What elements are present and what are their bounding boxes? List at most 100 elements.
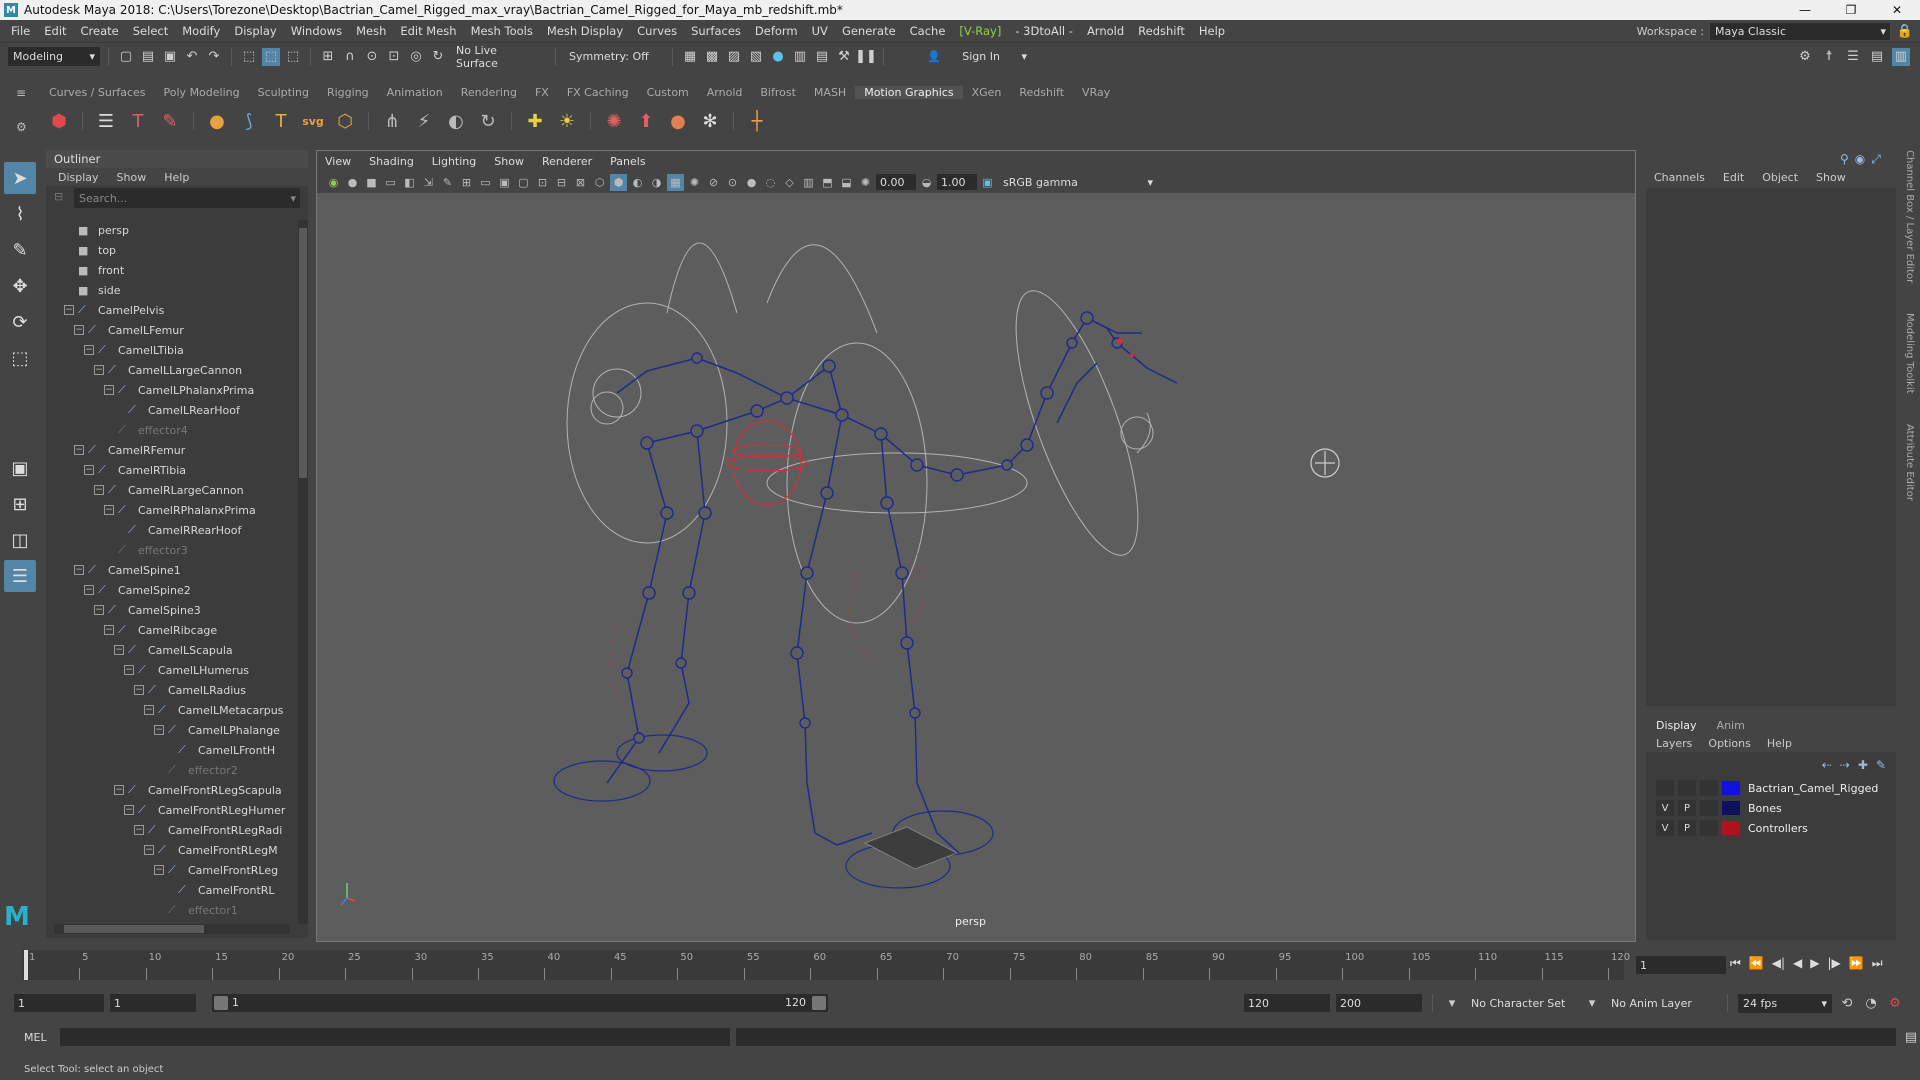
current-time-indicator[interactable] bbox=[24, 950, 28, 980]
expand-toggle-icon[interactable]: − bbox=[144, 845, 154, 855]
outliner-row[interactable]: ⟋ CamelLRearHoof bbox=[46, 400, 294, 420]
smooth-shade-icon[interactable]: ⬢ bbox=[610, 173, 627, 191]
expand-toggle-icon[interactable]: − bbox=[84, 345, 94, 355]
animation-start-field[interactable]: 1 bbox=[14, 994, 104, 1012]
render-view-icon[interactable]: ▦ bbox=[681, 48, 699, 66]
menu-edit-mesh[interactable]: Edit Mesh bbox=[393, 24, 463, 38]
film-gate-icon[interactable]: ▭ bbox=[477, 174, 494, 191]
type-tool-icon[interactable]: ✎ bbox=[157, 108, 183, 134]
menu-curves[interactable]: Curves bbox=[630, 24, 684, 38]
outliner-row[interactable]: ⟋ effector2 bbox=[46, 760, 294, 780]
outliner-row[interactable]: − ⟋ CamelLLargeCannon bbox=[46, 360, 294, 380]
gamma-field[interactable]: 1.00 bbox=[937, 174, 977, 190]
render-setup-icon[interactable]: ▥ bbox=[791, 48, 809, 66]
current-frame-field[interactable]: 1 bbox=[1636, 956, 1726, 974]
outliner-menu-help[interactable]: Help bbox=[164, 171, 189, 184]
outliner-row[interactable]: ⟋ effector3 bbox=[46, 540, 294, 560]
channel-menu-channels[interactable]: Channels bbox=[1654, 171, 1705, 184]
menu-arnold[interactable]: Arnold bbox=[1080, 24, 1131, 38]
viewport-menu-show[interactable]: Show bbox=[494, 155, 524, 168]
character-controls-icon[interactable]: ☨ bbox=[1820, 48, 1838, 66]
outliner-row[interactable]: − ⟋ CamelLHumerus bbox=[46, 660, 294, 680]
expand-toggle-icon[interactable]: − bbox=[84, 465, 94, 475]
menu-file[interactable]: File bbox=[4, 24, 37, 38]
spark-icon[interactable]: ✺ bbox=[601, 108, 627, 134]
outliner-row[interactable]: ⟋ CamelRRearHoof bbox=[46, 520, 294, 540]
four-view-icon[interactable]: ⊞ bbox=[4, 488, 36, 520]
outliner-row[interactable]: − ⟋ CamelRFemur bbox=[46, 440, 294, 460]
select-component-icon[interactable]: ⬚ bbox=[284, 48, 302, 66]
expand-toggle-icon[interactable]: − bbox=[134, 825, 144, 835]
fps-selector[interactable]: 24 fps ▾ bbox=[1738, 993, 1832, 1013]
redo-icon[interactable]: ↷ bbox=[205, 48, 223, 66]
use-lights-icon[interactable]: ✺ bbox=[686, 174, 703, 191]
lasso-tool-icon[interactable]: ⌇ bbox=[4, 198, 36, 230]
outliner-row[interactable]: − ⟋ CamelSpine2 bbox=[46, 580, 294, 600]
xray-icon[interactable]: ⊘ bbox=[705, 174, 722, 191]
sun-icon[interactable]: ☀ bbox=[554, 108, 580, 134]
twist-icon[interactable]: ◐ bbox=[443, 108, 469, 134]
shelf-tab-xgen[interactable]: XGen bbox=[963, 86, 1011, 99]
script-editor-icon[interactable]: ▤ bbox=[1902, 1028, 1920, 1046]
grid-icon[interactable]: ⊞ bbox=[458, 174, 475, 191]
step-back-frame-icon[interactable]: ◀| bbox=[1772, 956, 1785, 971]
layer-playback-toggle[interactable]: P bbox=[1678, 820, 1696, 836]
shelf-tab-redshift[interactable]: Redshift bbox=[1010, 86, 1073, 99]
menu-3dtoall[interactable]: - 3DtoAll - bbox=[1008, 24, 1080, 38]
layer-playback-toggle[interactable]: P bbox=[1678, 800, 1696, 816]
star-burst-icon[interactable]: ✻ bbox=[697, 108, 723, 134]
channel-menu-edit[interactable]: Edit bbox=[1723, 171, 1744, 184]
lock-icon[interactable]: 🔒 bbox=[1896, 22, 1914, 40]
snap-view-icon[interactable]: ⊡ bbox=[385, 48, 403, 66]
layer-name[interactable]: Bones bbox=[1748, 802, 1782, 815]
shelf-tab-fx[interactable]: FX bbox=[526, 86, 558, 99]
shelf-tab-motion-graphics[interactable]: Motion Graphics bbox=[855, 85, 963, 99]
outliner-row[interactable]: − ⟋ CamelRTibia bbox=[46, 460, 294, 480]
render-current-icon[interactable]: ▩ bbox=[703, 48, 721, 66]
ambient-occlusion-icon[interactable]: ● bbox=[743, 174, 760, 191]
new-layer-icon[interactable]: ✚ bbox=[1858, 758, 1868, 772]
maximize-button[interactable]: ❐ bbox=[1828, 0, 1874, 20]
outliner-row[interactable]: ⟋ effector1 bbox=[46, 900, 294, 920]
channel-options-icon[interactable]: ◉ bbox=[1855, 152, 1865, 167]
time-slider[interactable]: 1 5 10 15 20 25 30 35 40 45 50 55 60 65 70 75 80 85 90 95 10… bbox=[0, 948, 1920, 982]
playback-range-bar[interactable]: 1 120 bbox=[212, 994, 828, 1012]
channel-toggle-icon[interactable]: ⚲ bbox=[1840, 152, 1849, 167]
layer-visibility-toggle[interactable]: V bbox=[1656, 820, 1674, 836]
layer-visibility-toggle[interactable]: V bbox=[1656, 800, 1674, 816]
layer-tab-display[interactable]: Display bbox=[1656, 719, 1697, 732]
menu-mesh[interactable]: Mesh bbox=[349, 24, 393, 38]
animation-prefs-icon[interactable]: ⚙ bbox=[1886, 994, 1904, 1012]
snap-surface-icon[interactable]: ◎ bbox=[407, 48, 425, 66]
outliner-row[interactable]: − ⟋ CamelLPhalange bbox=[46, 720, 294, 740]
color-management-icon[interactable]: ▣ bbox=[979, 174, 996, 191]
outliner-row[interactable]: − ⟋ CamelRLargeCannon bbox=[46, 480, 294, 500]
anim-layer-selector[interactable]: No Anim Layer bbox=[1607, 994, 1717, 1012]
layer-color-swatch[interactable] bbox=[1722, 801, 1740, 815]
shelf-tab-animation[interactable]: Animation bbox=[378, 86, 452, 99]
menu-modify[interactable]: Modify bbox=[175, 24, 227, 38]
menu-display[interactable]: Display bbox=[227, 24, 283, 38]
shadows-icon[interactable]: ◑ bbox=[648, 174, 665, 191]
save-scene-icon[interactable]: ▣ bbox=[161, 48, 179, 66]
resolution-gate-icon[interactable]: ▣ bbox=[496, 174, 513, 191]
viewport-menu-renderer[interactable]: Renderer bbox=[542, 155, 592, 168]
exposure-icon[interactable]: ✺ bbox=[857, 174, 874, 191]
new-layer-selected-icon[interactable]: ✎ bbox=[1876, 758, 1886, 772]
shelf-settings-icon[interactable]: ⚙ bbox=[16, 120, 30, 134]
layer-reference-toggle[interactable] bbox=[1700, 820, 1718, 836]
expand-toggle-icon[interactable]: − bbox=[74, 325, 84, 335]
step-forward-key-icon[interactable]: ⏩ bbox=[1849, 956, 1864, 971]
rotate-tool-icon[interactable]: ⟳ bbox=[4, 306, 36, 338]
expand-toggle-icon[interactable]: − bbox=[94, 605, 104, 615]
menu-mesh-display[interactable]: Mesh Display bbox=[540, 24, 630, 38]
layer-color-swatch[interactable] bbox=[1722, 821, 1740, 835]
select-camera-icon[interactable]: ◉ bbox=[325, 174, 342, 191]
menu-create[interactable]: Create bbox=[74, 24, 126, 38]
image-plane-icon[interactable]: ▭ bbox=[382, 174, 399, 191]
layer-row[interactable]: V P Bones bbox=[1646, 798, 1896, 818]
rotate-icon[interactable]: ↻ bbox=[475, 108, 501, 134]
type-icon[interactable]: T bbox=[268, 108, 294, 134]
expand-toggle-icon[interactable]: − bbox=[74, 445, 84, 455]
menu-generate[interactable]: Generate bbox=[835, 24, 903, 38]
